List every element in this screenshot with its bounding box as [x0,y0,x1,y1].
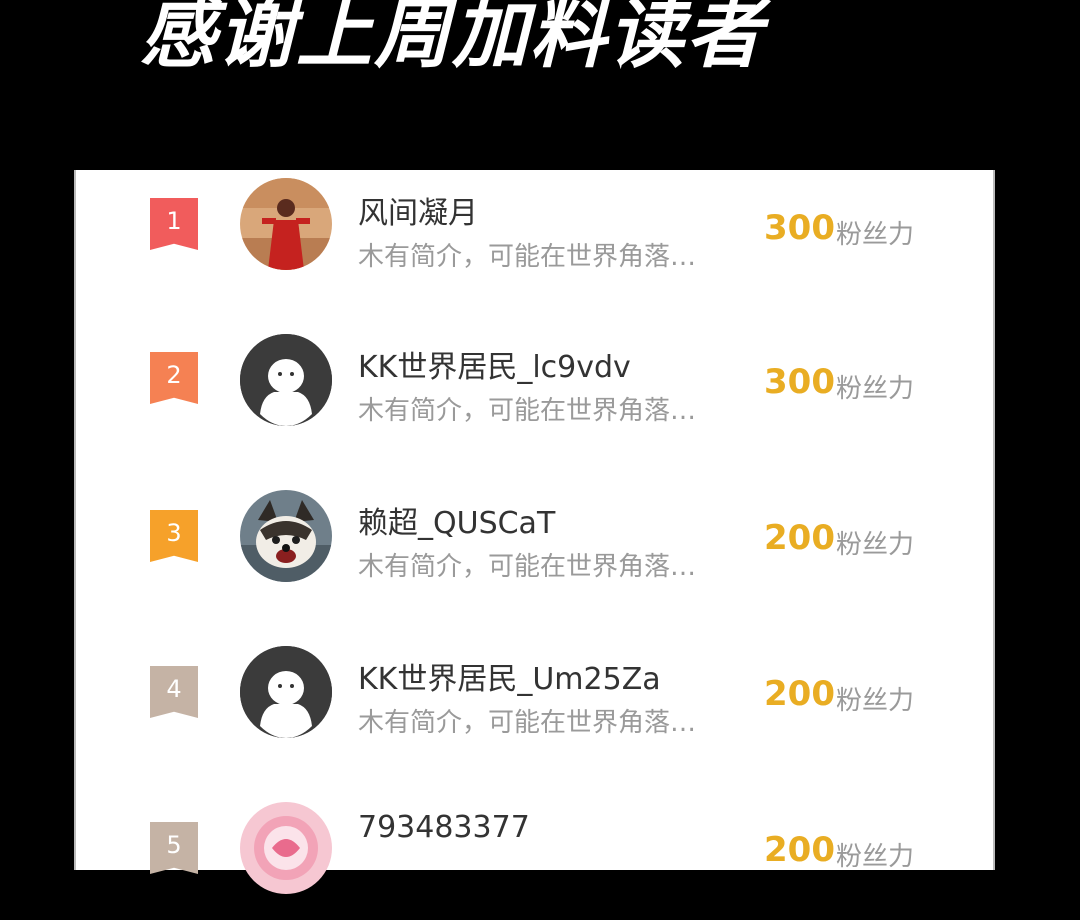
list-item[interactable]: 2 KK世界居民_lc9vdv 木有简介，可能在世界角落… 300 粉丝力 [76,332,993,452]
rank-badge: 1 [150,198,198,250]
user-name[interactable]: 赖超_QUSCaT [358,498,555,542]
avatar-photo-husky [240,490,332,582]
list-item[interactable]: 4 KK世界居民_Um25Za 木有简介，可能在世界角落… 200 粉丝力 [76,644,993,764]
fan-score: 200 [764,674,835,714]
avatar[interactable] [240,490,332,582]
rank-badge: 5 [150,822,198,874]
fan-score-unit: 粉丝力 [836,686,915,716]
user-name[interactable]: 793483377 [358,810,530,845]
user-bio: 木有简介，可能在世界角落… [358,552,697,582]
avatar[interactable] [240,646,332,738]
fan-score-unit: 粉丝力 [836,530,915,560]
user-bio: 木有简介，可能在世界角落… [358,708,697,738]
fan-score: 200 [764,830,835,870]
user-name[interactable]: 风间凝月 [358,188,478,232]
user-name[interactable]: KK世界居民_lc9vdv [358,342,631,386]
rank-badge: 3 [150,510,198,562]
list-item[interactable]: 5 793483377 200 粉丝力 [76,800,993,920]
fan-score-unit: 粉丝力 [836,374,915,404]
list-item[interactable]: 1 风间凝月 木有简介，可能在世界角落… 300 粉丝力 [76,176,993,296]
avatar-photo-red-dress [240,178,332,270]
rank-badge: 4 [150,666,198,718]
user-bio: 木有简介，可能在世界角落… [358,242,697,272]
user-name[interactable]: KK世界居民_Um25Za [358,654,661,698]
banner: 感谢上周加料读者 [0,0,1080,170]
leaderboard-panel: 1 风间凝月 木有简介，可能在世界角落… 300 粉丝力 2 KK世界居民_lc… [74,170,995,894]
default-user-icon [240,646,332,738]
list-item[interactable]: 3 赖超_QUSCaT 木有简介，可能在世界角落… 200 粉丝力 [76,488,993,608]
user-bio: 木有简介，可能在世界角落… [358,396,697,426]
fan-score-unit: 粉丝力 [836,842,915,872]
default-user-icon [240,334,332,426]
fan-score: 300 [764,208,835,248]
avatar[interactable] [240,802,332,894]
fan-score: 200 [764,518,835,558]
avatar[interactable] [240,334,332,426]
rank-badge: 2 [150,352,198,404]
fan-score-unit: 粉丝力 [836,220,915,250]
avatar-pink-pattern [240,802,332,894]
banner-title: 感谢上周加料读者 [140,0,764,78]
fan-score: 300 [764,362,835,402]
avatar[interactable] [240,178,332,270]
